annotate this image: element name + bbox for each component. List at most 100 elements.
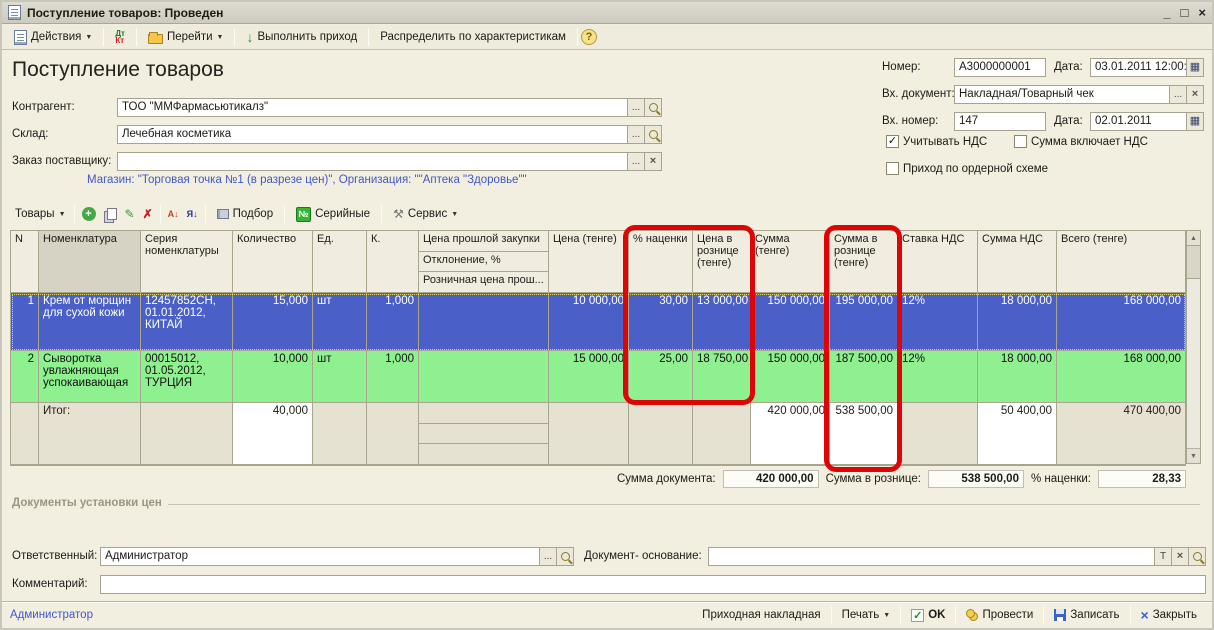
distribute-button[interactable]: Распределить по характеристикам (372, 28, 574, 46)
total-summa-cell: 420 000,00 (751, 403, 830, 465)
cell-nacenka[interactable]: 25,00 (629, 351, 693, 403)
add-row-button[interactable]: + (78, 204, 100, 224)
osnovanie-type-button[interactable]: T (1155, 547, 1172, 566)
tovary-menu-button[interactable]: Товары ▼ (10, 205, 71, 223)
zakaz-select-button[interactable]: ... (628, 152, 645, 171)
cell-cena-proshloy[interactable] (419, 351, 549, 403)
otvetstvennyy-search-button[interactable] (557, 547, 574, 566)
cell-ed[interactable]: шт (313, 351, 367, 403)
green-down-arrow-icon: ↓ (246, 31, 253, 43)
vhdoc-clear-button[interactable]: × (1187, 85, 1204, 104)
vkluchaet-nds-checkbox[interactable] (1014, 135, 1027, 148)
otvetstvennyy-select-button[interactable]: ... (540, 547, 557, 566)
cell-n[interactable]: 1 (11, 293, 39, 351)
clear-icon: × (1192, 88, 1198, 100)
cell-summa-roznica[interactable]: 187 500,00 (830, 351, 898, 403)
copy-row-button[interactable] (100, 205, 121, 223)
edit-row-button[interactable]: ✎ (121, 204, 139, 224)
table-scrollbar[interactable]: ▲ ▼ (1186, 230, 1201, 464)
osnovanie-clear-button[interactable]: × (1172, 547, 1189, 566)
servis-button[interactable]: ⚒ Сервис ▼ (385, 204, 466, 224)
table-row[interactable]: 1 Крем от морщин для сухой кожи 12457852… (11, 293, 1186, 351)
vhnomer-input[interactable]: 147 (954, 112, 1046, 131)
cell-seriya[interactable]: 00015012, 01.05.2012, ТУРЦИЯ (141, 351, 233, 403)
otvetstvennyy-input[interactable]: Администратор (100, 547, 540, 566)
cell-summa[interactable]: 150 000,00 (751, 351, 830, 403)
kommentariy-input[interactable] (100, 575, 1206, 594)
cell-cena-proshloy[interactable] (419, 293, 549, 351)
cell-vsego[interactable]: 168 000,00 (1057, 293, 1186, 351)
zakaz-input[interactable] (117, 152, 628, 171)
dtkt-button[interactable]: Дт Кт (107, 27, 133, 47)
prihodnaya-nakladnaya-button[interactable]: Приходная накладная (695, 607, 827, 623)
cell-cena-roznica[interactable]: 13 000,00 (693, 293, 751, 351)
provesti-button[interactable]: Провести (959, 607, 1040, 623)
uchityvat-nds-checkbox[interactable]: ✓ (886, 135, 899, 148)
seriynye-button[interactable]: № Серийные (288, 204, 378, 225)
close-button[interactable]: × (1198, 4, 1206, 22)
pechat-button[interactable]: Печать ▼ (835, 607, 898, 623)
price-docs-section[interactable]: Документы установки цен (12, 497, 1200, 509)
delete-row-button[interactable]: ✗ (139, 204, 157, 224)
goto-button[interactable]: Перейти ▼ (140, 28, 232, 47)
col-header-cena-prosh-zakupki: Цена прошлой закупки (419, 231, 548, 252)
cell-summa-nds[interactable]: 18 000,00 (978, 293, 1057, 351)
data2-input[interactable]: 02.01.2011 (1090, 112, 1187, 131)
cell-seriya[interactable]: 12457852СН, 01.01.2012, КИТАЙ (141, 293, 233, 351)
sort-desc-button[interactable]: Я↓ (183, 206, 202, 222)
total-n-cell (11, 403, 39, 465)
podbor-button[interactable]: Подбор (209, 205, 282, 223)
cell-cena-roznica[interactable]: 18 750,00 (693, 351, 751, 403)
ok-button[interactable]: ✓ OK (904, 607, 952, 624)
sort-asc-button[interactable]: А↓ (164, 206, 183, 222)
table-row[interactable]: 2 Сыворотка увлажняющая успокаивающая 00… (11, 351, 1186, 403)
cell-summa[interactable]: 150 000,00 (751, 293, 830, 351)
cell-cena[interactable]: 15 000,00 (549, 351, 629, 403)
cell-n[interactable]: 2 (11, 351, 39, 403)
minimize-button[interactable]: _ (1163, 4, 1170, 22)
scroll-up-button[interactable]: ▲ (1187, 231, 1200, 246)
cell-summa-roznica[interactable]: 195 000,00 (830, 293, 898, 351)
cell-nacenka[interactable]: 30,00 (629, 293, 693, 351)
cell-nomenclatura[interactable]: Крем от морщин для сухой кожи (39, 293, 141, 351)
kontragent-search-button[interactable] (645, 98, 662, 117)
data2-calendar-button[interactable]: ▦ (1187, 112, 1204, 131)
actions-button[interactable]: Действия ▼ (6, 27, 100, 48)
kontragent-input[interactable]: ТОО "ММФармасьютикалз" (117, 98, 628, 117)
zakaz-clear-button[interactable]: × (645, 152, 662, 171)
cell-kolichestvo[interactable]: 10,000 (233, 351, 313, 403)
post-document-icon (966, 609, 975, 618)
cell-stavka-nds[interactable]: 12% (898, 351, 978, 403)
col-header-cena: Цена (тенге) (549, 231, 629, 293)
help-button[interactable]: ? (581, 29, 597, 45)
cell-cena[interactable]: 10 000,00 (549, 293, 629, 351)
scroll-down-button[interactable]: ▼ (1187, 448, 1200, 463)
vhdoc-input[interactable]: Накладная/Товарный чек (954, 85, 1170, 104)
ordernaya-shema-checkbox[interactable] (886, 162, 899, 175)
sklad-select-button[interactable]: ... (628, 125, 645, 144)
cell-kolichestvo[interactable]: 15,000 (233, 293, 313, 351)
sklad-input[interactable]: Лечебная косметика (117, 125, 628, 144)
scrollbar-thumb[interactable] (1186, 245, 1201, 279)
kontragent-select-button[interactable]: ... (628, 98, 645, 117)
cell-nomenclatura[interactable]: Сыворотка увлажняющая успокаивающая (39, 351, 141, 403)
nomer-input[interactable]: А3000000001 (954, 58, 1046, 77)
cell-k[interactable]: 1,000 (367, 351, 419, 403)
sklad-search-button[interactable] (645, 125, 662, 144)
data-input[interactable]: 03.01.2011 12:00:01 (1090, 58, 1187, 77)
ok-check-icon: ✓ (911, 609, 924, 622)
zapisat-button[interactable]: Записать (1047, 607, 1126, 623)
cell-vsego[interactable]: 168 000,00 (1057, 351, 1186, 403)
chevron-down-icon: ▼ (59, 211, 66, 218)
do-receipt-button[interactable]: ↓ Выполнить приход (238, 28, 365, 46)
cell-ed[interactable]: шт (313, 293, 367, 351)
vhdoc-select-button[interactable]: ... (1170, 85, 1187, 104)
osnovanie-search-button[interactable] (1189, 547, 1206, 566)
cell-summa-nds[interactable]: 18 000,00 (978, 351, 1057, 403)
maximize-button[interactable]: □ (1181, 4, 1189, 22)
osnovanie-input[interactable] (708, 547, 1155, 566)
cell-k[interactable]: 1,000 (367, 293, 419, 351)
cell-stavka-nds[interactable]: 12% (898, 293, 978, 351)
data-calendar-button[interactable]: ▦ (1187, 58, 1204, 77)
zakryt-button[interactable]: × Закрыть (1134, 607, 1204, 623)
